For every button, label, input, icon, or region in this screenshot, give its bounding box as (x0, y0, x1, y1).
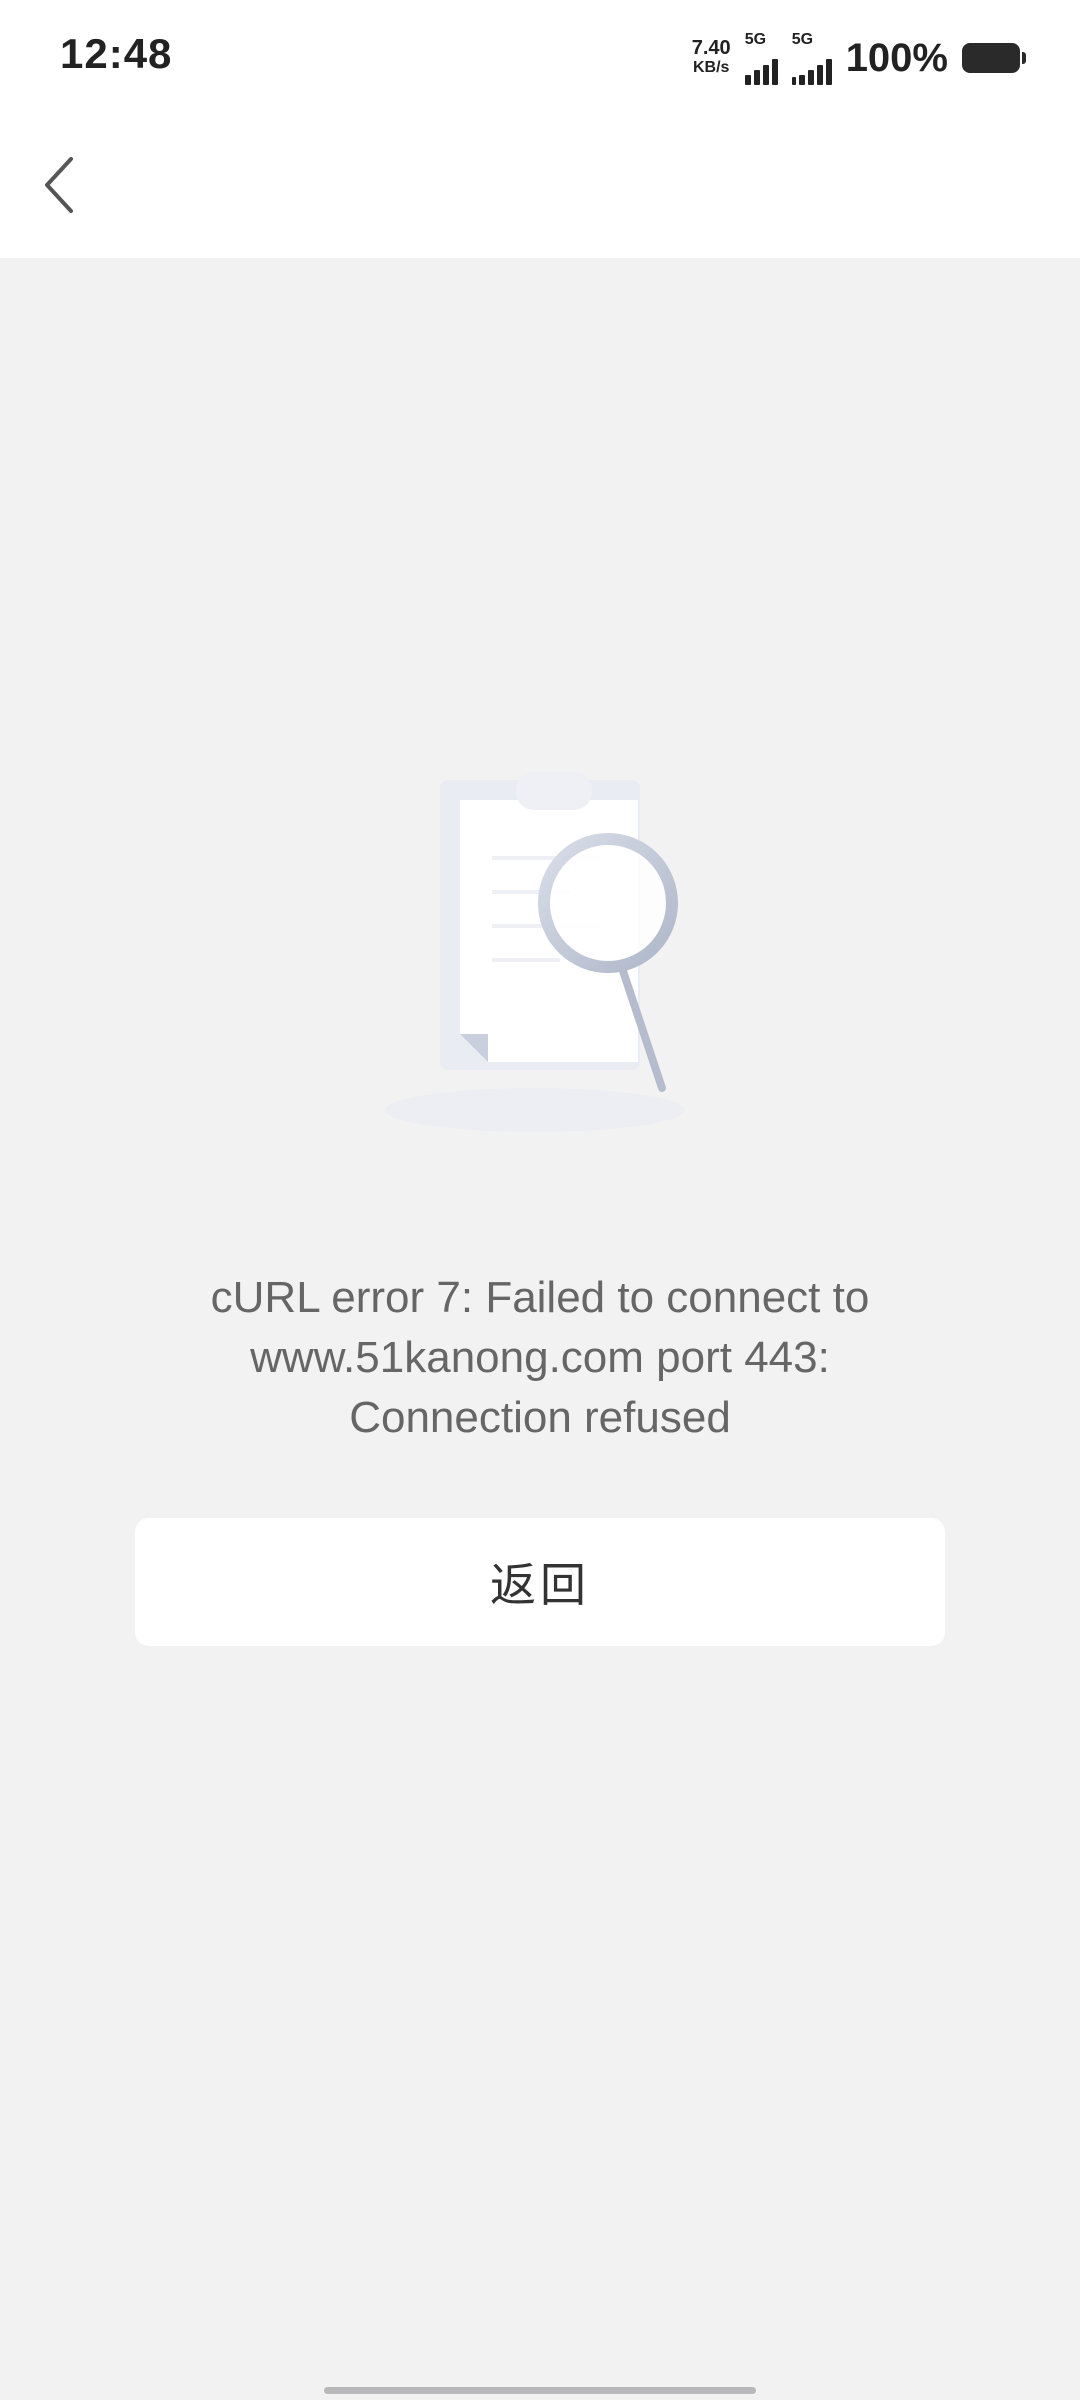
status-bar: 12:48 7.40 KB/s 5G 5G 100% (0, 0, 1080, 110)
back-button[interactable] (14, 140, 104, 230)
sim2-signal-icon: 5G (791, 31, 832, 85)
network-speed-value: 7.40 (691, 37, 731, 59)
sim2-network-label: 5G (791, 31, 814, 48)
status-time: 12:48 (60, 30, 173, 77)
network-speed-unit: KB/s (692, 59, 730, 76)
error-screen: 12:48 7.40 KB/s 5G 5G 100% cURL error 7:… (0, 0, 1080, 2400)
return-button[interactable]: 返回 (135, 1518, 945, 1646)
status-indicators: 7.40 KB/s 5G 5G 100% (692, 30, 1026, 86)
battery-icon (962, 43, 1026, 73)
home-indicator[interactable] (324, 2387, 756, 2394)
nav-bar (0, 110, 1080, 258)
network-speed: 7.40 KB/s (692, 38, 731, 78)
error-message: cURL error 7: Failed to connect to www.5… (210, 1273, 870, 1442)
chevron-left-icon (45, 157, 73, 213)
clipboard-search-icon (385, 772, 685, 1132)
sim1-network-label: 5G (744, 31, 767, 48)
sim1-signal-icon: 5G (744, 31, 778, 85)
battery-percent: 100% (845, 35, 948, 80)
